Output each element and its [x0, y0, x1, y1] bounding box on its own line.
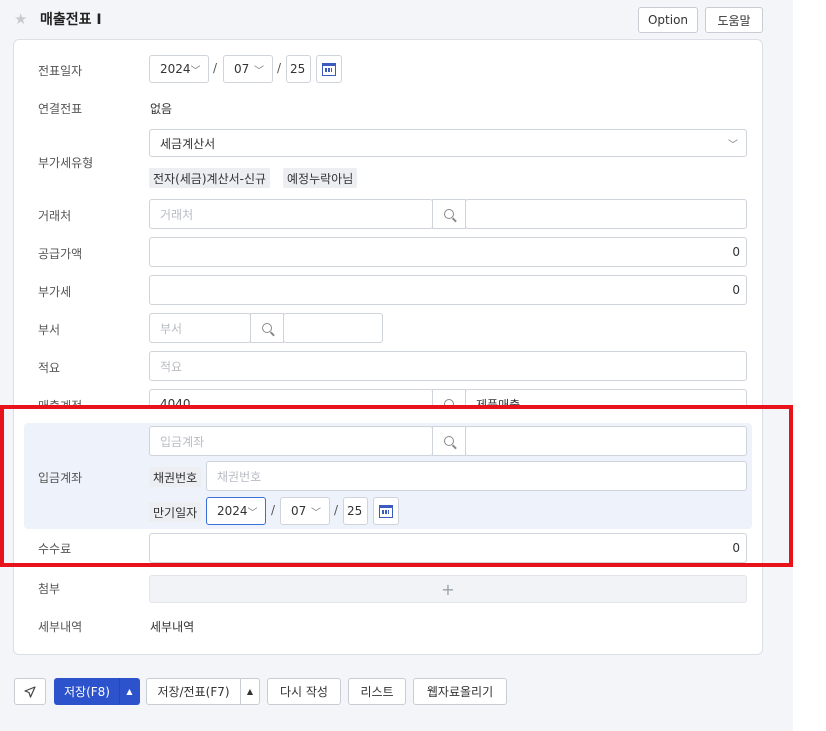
title-row: ★ 매출전표 I [14, 6, 102, 32]
chevron-down-icon: ﹀ [190, 65, 201, 77]
vendor-label: 거래처 [38, 209, 72, 223]
save-slip-button[interactable]: 저장/전표(F7) [146, 678, 241, 705]
date-separator: / [277, 61, 282, 75]
deposit-account-input[interactable]: 입금계좌 [149, 426, 433, 456]
memo-label: 적요 [38, 361, 61, 375]
bond-number-input[interactable]: 채권번호 [206, 461, 747, 491]
memo-input[interactable]: 적요 [149, 351, 747, 381]
send-icon [24, 685, 36, 698]
calendar-button[interactable] [316, 55, 342, 83]
vendor-input[interactable]: 거래처 [149, 199, 433, 229]
search-icon [444, 209, 454, 219]
detail-label: 세부내역 [38, 620, 83, 634]
caret-up-icon: ▲ [126, 687, 133, 696]
save-button[interactable]: 저장(F8) [54, 678, 120, 705]
bond-number-label: 채권번호 [149, 467, 202, 487]
right-gutter [793, 0, 826, 731]
date-day-input[interactable]: 25 [286, 55, 311, 83]
date-month-select[interactable]: 07 ﹀ [223, 55, 273, 83]
web-upload-button[interactable]: 웹자료올리기 [413, 678, 507, 705]
dept-input[interactable]: 부서 [149, 313, 251, 343]
calendar-icon [322, 62, 336, 76]
sales-account-name-field[interactable]: 제품매출 [465, 389, 747, 409]
date-separator: / [334, 503, 339, 517]
linked-value: 없음 [150, 102, 173, 116]
vat-tag-chip[interactable]: 전자(세금)계산서-신규 [149, 168, 271, 188]
chevron-down-icon: ﹀ [254, 65, 264, 77]
vat-label: 부가세 [38, 285, 72, 299]
date-year-value: 2024 [160, 62, 191, 76]
page-title: 매출전표 I [40, 12, 102, 28]
vat-tag-chip[interactable]: 예정누락아님 [283, 168, 358, 188]
option-button[interactable]: Option [638, 7, 698, 33]
deposit-account-label: 입금계좌 [38, 471, 83, 485]
save-slip-dropdown-button[interactable]: ▲ [240, 678, 260, 705]
vat-input[interactable]: 0 [149, 275, 747, 305]
caret-up-icon: ▲ [246, 687, 254, 696]
due-year-value: 2024 [217, 504, 248, 518]
chevron-down-icon: ﹀ [247, 507, 258, 519]
due-month-value: 07 [291, 504, 307, 518]
due-month-select[interactable]: 07 ﹀ [280, 497, 330, 525]
supply-amount-label: 공급가액 [38, 247, 83, 261]
due-date-label: 만기일자 [149, 502, 202, 522]
send-button[interactable] [14, 678, 46, 705]
list-button[interactable]: 리스트 [348, 678, 406, 705]
due-day-input[interactable]: 25 [343, 497, 368, 525]
sales-account-row: 매출계정 4040 제품매출 [30, 389, 760, 409]
search-icon [444, 436, 454, 446]
sales-account-code-input[interactable]: 4040 [149, 389, 433, 409]
deposit-account-search-button[interactable] [432, 426, 466, 456]
help-button[interactable]: 도움말 [705, 7, 763, 33]
vendor-name-field[interactable] [465, 199, 747, 229]
calendar-icon [379, 504, 393, 518]
dept-label: 부서 [38, 323, 61, 337]
date-month-value: 07 [234, 62, 250, 76]
supply-amount-input[interactable]: 0 [149, 237, 747, 267]
chevron-down-icon: ﹀ [311, 507, 321, 519]
chevron-down-icon: ﹀ [728, 139, 738, 151]
plus-icon: + [441, 579, 455, 599]
date-label: 전표일자 [38, 64, 83, 78]
search-icon [262, 323, 272, 333]
vat-type-select[interactable]: 세금계산서 ﹀ [149, 129, 747, 157]
deposit-account-name-field[interactable] [465, 426, 747, 456]
sales-account-search-button[interactable] [432, 389, 466, 409]
dept-name-field[interactable] [283, 313, 383, 343]
date-separator: / [213, 61, 218, 75]
save-dropdown-button[interactable]: ▲ [119, 678, 140, 705]
detail-link[interactable]: 세부내역 [150, 618, 194, 635]
fee-input[interactable]: 0 [149, 533, 747, 563]
rewrite-button[interactable]: 다시 작성 [267, 678, 341, 705]
linked-label: 연결전표 [38, 102, 83, 116]
date-year-select[interactable]: 2024 ﹀ [149, 55, 209, 83]
search-icon [444, 399, 454, 409]
attach-label: 첨부 [38, 582, 61, 596]
due-year-select[interactable]: 2024 ﹀ [206, 497, 266, 525]
vat-type-value: 세금계산서 [160, 136, 216, 151]
date-separator: / [271, 503, 276, 517]
due-calendar-button[interactable] [373, 497, 399, 525]
dept-search-button[interactable] [250, 313, 284, 343]
attach-add-button[interactable]: + [149, 575, 747, 603]
sales-account-label: 매출계정 [38, 399, 83, 409]
vendor-search-button[interactable] [432, 199, 466, 229]
star-icon[interactable]: ★ [14, 10, 34, 28]
vat-type-label: 부가세유형 [38, 156, 94, 170]
fee-label: 수수료 [38, 542, 72, 556]
